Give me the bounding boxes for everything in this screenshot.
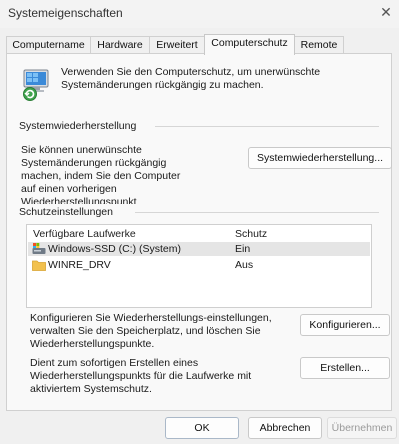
drives-list[interactable]: Verfügbare Laufwerke Schutz Windows-SSD … [26, 224, 372, 308]
tab-hardware[interactable]: Hardware [90, 36, 150, 54]
tab-erweitert[interactable]: Erweitert [149, 36, 205, 54]
drive-name: WINRE_DRV [48, 259, 111, 271]
configure-description: Konfigurieren Sie Wiederherstellungs-ein… [30, 312, 272, 350]
restore-divider [155, 126, 379, 127]
intro-text: Verwenden Sie den Computerschutz, um une… [61, 66, 321, 91]
protection-divider [135, 212, 379, 213]
restore-heading: Systemwiederherstellung [19, 120, 137, 132]
tab-computername[interactable]: Computername [6, 36, 91, 54]
configure-button[interactable]: Konfigurieren... [300, 314, 390, 336]
column-header-protection[interactable]: Schutz [235, 228, 267, 241]
tab-computerschutz[interactable]: Computerschutz [204, 34, 295, 55]
restore-description: Sie können unerwünschte Systemänderungen… [21, 144, 181, 204]
drive-protection-status: Aus [235, 259, 254, 271]
ok-button[interactable]: OK [165, 417, 239, 439]
tab-remote[interactable]: Remote [294, 36, 344, 54]
cancel-button[interactable]: Abbrechen [248, 417, 322, 439]
drive-protection-status: Ein [235, 243, 251, 255]
apply-button[interactable]: Übernehmen [327, 417, 397, 439]
create-button[interactable]: Erstellen... [300, 357, 390, 379]
system-drive-icon [32, 243, 46, 254]
close-icon[interactable]: ✕ [377, 3, 395, 21]
drive-row-winre[interactable]: WINRE_DRV Aus [28, 258, 370, 272]
create-description: Dient zum sofortigen Erstellen eines Wie… [30, 357, 252, 395]
column-header-drives[interactable]: Verfügbare Laufwerke [33, 228, 136, 241]
system-restore-button[interactable]: Systemwiederherstellung... [248, 147, 392, 169]
protection-heading: Schutzeinstellungen [19, 206, 113, 218]
folder-icon [32, 260, 46, 271]
title-bar: Systemeigenschaften ✕ [0, 0, 399, 28]
system-protection-icon [23, 69, 49, 101]
drive-row-c[interactable]: Windows-SSD (C:) (System) Ein [28, 242, 370, 256]
window-title: Systemeigenschaften [8, 6, 123, 20]
drive-name: Windows-SSD (C:) (System) [48, 243, 182, 255]
